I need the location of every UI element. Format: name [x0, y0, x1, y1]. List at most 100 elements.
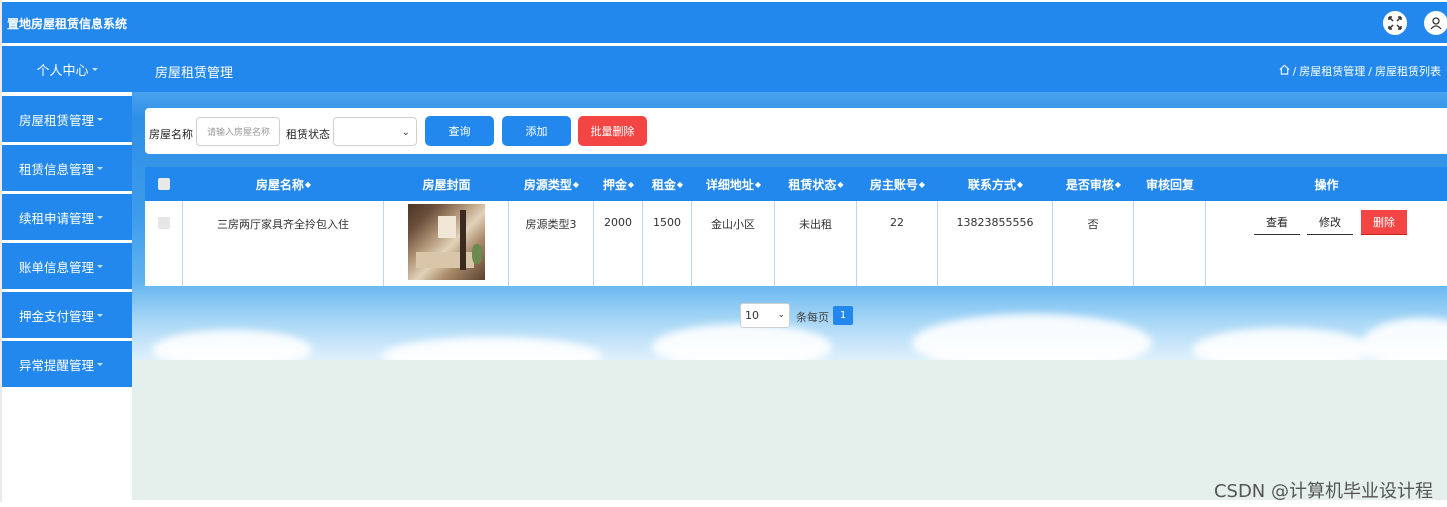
- breadcrumb-level2: 房屋租赁列表: [1375, 65, 1441, 78]
- sidebar-item-label: 租赁信息管理: [19, 161, 95, 177]
- house-photo[interactable]: [407, 204, 485, 280]
- col-label: 是否审核: [1065, 177, 1114, 192]
- col-label: 审核回复: [1145, 177, 1194, 192]
- search-bar: 房屋名称 请输入房屋名称 租赁状态 ⌄ 查询 添加 批量删除: [145, 108, 1447, 154]
- delete-button[interactable]: 删除: [1361, 210, 1407, 235]
- cell-actions: 查看 修改 删除: [1206, 201, 1447, 286]
- col-audited[interactable]: 是否审核 ◆: [1053, 167, 1134, 201]
- app-root: 置地房屋租赁信息系统 个人中心 房屋租赁管理 / 房屋租赁管理 / 房屋租赁列表…: [0, 0, 1447, 507]
- cell-owner: 22: [857, 201, 938, 286]
- col-deposit[interactable]: 押金 ◆: [594, 167, 643, 201]
- sidebar-item-bills[interactable]: 账单信息管理: [2, 243, 132, 289]
- sidebar: 房屋租赁管理 租赁信息管理 续租申请管理 账单信息管理 押金支付管理 异常提醒管…: [2, 96, 132, 390]
- photo-detail: [471, 244, 482, 264]
- col-actions: 操作: [1206, 167, 1447, 201]
- cell-contact: 13823855556: [938, 201, 1053, 286]
- house-name-input[interactable]: 请输入房屋名称: [196, 117, 280, 146]
- chevron-down-icon: [97, 166, 104, 170]
- table-header: 房屋名称 ◆ 房屋封面 房源类型 ◆ 押金 ◆ 租金 ◆ 详细地址 ◆ 租赁状态 ◆ 房主账…: [145, 167, 1447, 201]
- breadcrumb: / 房屋租赁管理 / 房屋租赁列表: [1279, 63, 1441, 79]
- row-checkbox[interactable]: [157, 217, 170, 229]
- sidebar-item-renewal[interactable]: 续租申请管理: [2, 194, 132, 240]
- chevron-down-icon: ⌄: [777, 310, 785, 320]
- select-all-checkbox[interactable]: [158, 178, 170, 190]
- sidebar-item-label: 账单信息管理: [19, 259, 95, 275]
- cell-address: 金山小区: [692, 201, 775, 286]
- table-body: 三房两厅家具齐全拎包入住 房源类型3 2000 1500 金山小区 未出租 22…: [145, 201, 1447, 286]
- sort-icon: ◆: [918, 179, 926, 189]
- col-label: 操作: [1314, 177, 1339, 192]
- user-icon[interactable]: [1424, 11, 1447, 35]
- query-button[interactable]: 查询: [425, 116, 494, 146]
- sidebar-item-house-rental[interactable]: 房屋租赁管理: [2, 96, 132, 142]
- house-name-label: 房屋名称: [149, 128, 193, 141]
- col-contact[interactable]: 联系方式 ◆: [938, 167, 1053, 201]
- chevron-down-icon: ⌄: [401, 127, 410, 138]
- page-size-select[interactable]: 10 ⌄: [740, 303, 790, 328]
- chevron-down-icon: [97, 215, 104, 219]
- data-table: 房屋名称 ◆ 房屋封面 房源类型 ◆ 押金 ◆ 租金 ◆ 详细地址 ◆ 租赁状态 ◆ 房主账…: [145, 167, 1447, 286]
- col-label: 详细地址: [705, 177, 754, 192]
- sidebar-item-label: 续租申请管理: [19, 210, 95, 226]
- sidebar-item-alerts[interactable]: 异常提醒管理: [2, 341, 132, 387]
- cloud: [652, 324, 832, 360]
- col-type[interactable]: 房源类型 ◆: [509, 167, 594, 201]
- sort-icon: ◆: [304, 179, 312, 189]
- cloud: [152, 330, 312, 360]
- page-number-current[interactable]: 1: [833, 306, 853, 325]
- col-label: 房屋名称: [255, 177, 304, 192]
- section-title: 房屋租赁管理: [155, 66, 234, 81]
- col-label: 租金: [651, 177, 676, 192]
- cloud: [1192, 328, 1372, 360]
- cell-reply: [1134, 201, 1206, 286]
- col-address[interactable]: 详细地址 ◆: [692, 167, 775, 201]
- col-label: 押金: [602, 177, 627, 192]
- sort-icon: ◆: [627, 179, 635, 189]
- rental-status-select[interactable]: ⌄: [333, 117, 417, 146]
- cloud: [382, 337, 602, 360]
- sidebar-item-label: 押金支付管理: [19, 308, 95, 324]
- col-reply: 审核回复: [1134, 167, 1206, 201]
- app-title: 置地房屋租赁信息系统: [7, 17, 128, 31]
- breadcrumb-separator: /: [1368, 64, 1372, 78]
- photo-detail: [437, 216, 456, 238]
- chevron-down-icon: [91, 67, 98, 71]
- cell-deposit: 2000: [594, 201, 643, 286]
- cell-rent: 1500: [643, 201, 692, 286]
- nav-bar: 个人中心 房屋租赁管理 / 房屋租赁管理 / 房屋租赁列表: [2, 46, 1447, 92]
- cell-cover: [384, 201, 509, 286]
- sort-icon: ◆: [1016, 179, 1024, 189]
- sort-icon: ◆: [676, 179, 684, 189]
- personal-center-menu[interactable]: 个人中心: [2, 46, 132, 92]
- sort-icon: ◆: [572, 179, 580, 189]
- add-button[interactable]: 添加: [502, 116, 571, 146]
- sidebar-item-rental-info[interactable]: 租赁信息管理: [2, 145, 132, 191]
- sidebar-item-deposit[interactable]: 押金支付管理: [2, 292, 132, 338]
- sidebar-item-label: 房屋租赁管理: [19, 112, 95, 128]
- breadcrumb-level1[interactable]: 房屋租赁管理: [1299, 63, 1365, 79]
- house-name-placeholder: 请输入房屋名称: [207, 128, 271, 138]
- chevron-down-icon: [97, 362, 104, 366]
- cell-status: 未出租: [775, 201, 857, 286]
- col-label: 房屋封面: [422, 177, 471, 192]
- batch-delete-button[interactable]: 批量删除: [578, 116, 647, 146]
- fullscreen-icon[interactable]: [1383, 11, 1407, 35]
- col-owner[interactable]: 房主账号 ◆: [857, 167, 938, 201]
- sort-icon: ◆: [837, 179, 844, 189]
- col-status[interactable]: 租赁状态 ◆: [775, 167, 857, 201]
- col-rent[interactable]: 租金 ◆: [643, 167, 692, 201]
- page-size-value: 10: [745, 309, 759, 322]
- cell-type: 房源类型3: [509, 201, 594, 286]
- col-label: 租赁状态: [788, 177, 837, 192]
- watermark: CSDN @计算机毕业设计程: [1213, 481, 1433, 502]
- sidebar-item-label: 异常提醒管理: [19, 357, 95, 373]
- view-button[interactable]: 查看: [1254, 210, 1300, 235]
- rental-status-label: 租赁状态: [286, 128, 330, 141]
- col-label: 房主账号: [869, 177, 918, 192]
- photo-detail: [459, 210, 466, 270]
- per-page-label: 条每页: [796, 311, 829, 324]
- edit-button[interactable]: 修改: [1307, 210, 1353, 235]
- cloud: [912, 314, 1152, 360]
- col-house-name[interactable]: 房屋名称 ◆: [183, 167, 384, 201]
- home-icon[interactable]: [1279, 64, 1290, 78]
